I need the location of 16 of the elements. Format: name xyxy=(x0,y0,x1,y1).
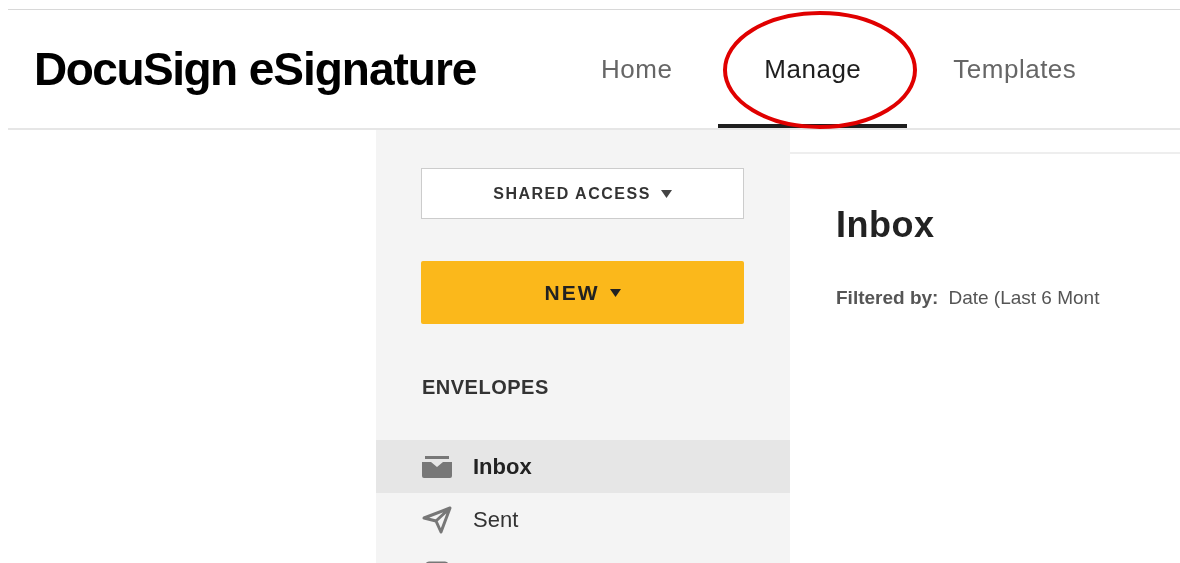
shared-access-button[interactable]: SHARED ACCESS xyxy=(421,168,744,219)
nav-tab[interactable]: Home xyxy=(555,10,719,128)
section-heading: ENVELOPES xyxy=(422,375,550,400)
sidebar-item[interactable]: Inbox xyxy=(376,440,790,493)
logo: DocuSign xyxy=(34,41,237,97)
nav-tab[interactable]: Templates xyxy=(907,10,1123,128)
filter-label: Filtered by: xyxy=(836,286,939,310)
logo-suffix: eSignature xyxy=(248,41,477,97)
caret-icon xyxy=(609,288,621,297)
paper-plane-icon xyxy=(422,505,452,534)
caret-icon xyxy=(660,189,672,198)
sidebar-item[interactable]: Sent xyxy=(376,493,790,546)
page-title: Inbox xyxy=(836,203,936,247)
inbox-icon xyxy=(421,455,453,478)
new-button[interactable]: NEW xyxy=(421,261,744,324)
filter-value[interactable]: Date (Last 6 Mont xyxy=(948,284,1100,313)
